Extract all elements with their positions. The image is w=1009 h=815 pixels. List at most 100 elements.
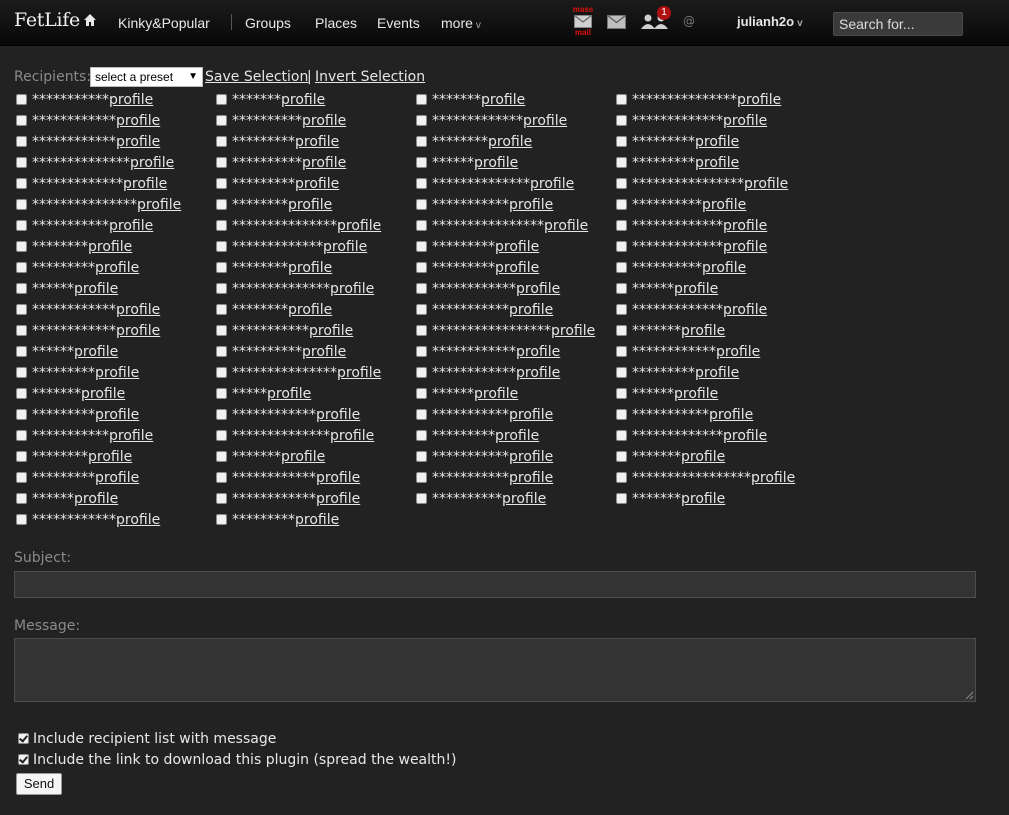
search-input[interactable] <box>833 12 963 36</box>
save-selection-link[interactable]: Save Selection <box>205 69 308 85</box>
mass-mail-button[interactable]: mass mail <box>571 6 595 40</box>
recipient-checkbox[interactable] <box>616 136 627 147</box>
recipient-checkbox[interactable] <box>416 367 427 378</box>
recipient-checkbox[interactable] <box>416 115 427 126</box>
recipient-checkbox[interactable] <box>416 493 427 504</box>
recipient-checkbox[interactable] <box>216 241 227 252</box>
profile-link[interactable]: profile <box>316 407 360 423</box>
include-link-checkbox[interactable] <box>18 754 29 765</box>
profile-link[interactable]: profile <box>509 449 553 465</box>
recipient-checkbox[interactable] <box>16 304 27 315</box>
profile-link[interactable]: profile <box>88 239 132 255</box>
profile-link[interactable]: profile <box>330 428 374 444</box>
profile-link[interactable]: profile <box>295 512 339 528</box>
profile-link[interactable]: profile <box>695 155 739 171</box>
home-icon[interactable] <box>83 13 97 27</box>
profile-link[interactable]: profile <box>681 323 725 339</box>
recipient-checkbox[interactable] <box>616 115 627 126</box>
profile-link[interactable]: profile <box>316 470 360 486</box>
option-include-list[interactable]: Include recipient list with message <box>18 731 276 747</box>
recipient-checkbox[interactable] <box>616 430 627 441</box>
profile-link[interactable]: profile <box>474 155 518 171</box>
recipient-checkbox[interactable] <box>216 367 227 378</box>
recipient-checkbox[interactable] <box>416 241 427 252</box>
recipient-checkbox[interactable] <box>216 262 227 273</box>
recipient-checkbox[interactable] <box>416 409 427 420</box>
profile-link[interactable]: profile <box>751 470 795 486</box>
recipient-checkbox[interactable] <box>216 94 227 105</box>
recipient-checkbox[interactable] <box>216 409 227 420</box>
nav-places[interactable]: Places <box>315 15 357 31</box>
profile-link[interactable]: profile <box>674 386 718 402</box>
profile-link[interactable]: profile <box>288 197 332 213</box>
profile-link[interactable]: profile <box>502 491 546 507</box>
profile-link[interactable]: profile <box>95 470 139 486</box>
recipient-checkbox[interactable] <box>416 136 427 147</box>
recipient-checkbox[interactable] <box>216 388 227 399</box>
at-mentions-icon[interactable]: @ <box>683 14 695 28</box>
preset-select[interactable]: select a preset ▼ <box>90 67 203 87</box>
recipient-checkbox[interactable] <box>216 136 227 147</box>
recipient-checkbox[interactable] <box>216 283 227 294</box>
profile-link[interactable]: profile <box>723 218 767 234</box>
recipient-checkbox[interactable] <box>616 325 627 336</box>
profile-link[interactable]: profile <box>723 302 767 318</box>
profile-link[interactable]: profile <box>281 92 325 108</box>
message-textarea[interactable] <box>14 638 976 702</box>
profile-link[interactable]: profile <box>523 113 567 129</box>
profile-link[interactable]: profile <box>74 491 118 507</box>
recipient-checkbox[interactable] <box>416 346 427 357</box>
recipient-checkbox[interactable] <box>16 283 27 294</box>
recipient-checkbox[interactable] <box>16 178 27 189</box>
profile-link[interactable]: profile <box>337 365 381 381</box>
recipient-checkbox[interactable] <box>16 472 27 483</box>
recipient-checkbox[interactable] <box>216 199 227 210</box>
profile-link[interactable]: profile <box>530 176 574 192</box>
profile-link[interactable]: profile <box>674 281 718 297</box>
profile-link[interactable]: profile <box>95 260 139 276</box>
recipient-checkbox[interactable] <box>616 199 627 210</box>
profile-link[interactable]: profile <box>109 428 153 444</box>
recipient-checkbox[interactable] <box>16 409 27 420</box>
profile-link[interactable]: profile <box>723 113 767 129</box>
profile-link[interactable]: profile <box>95 365 139 381</box>
recipient-checkbox[interactable] <box>216 451 227 462</box>
recipient-checkbox[interactable] <box>216 472 227 483</box>
profile-link[interactable]: profile <box>302 113 346 129</box>
profile-link[interactable]: profile <box>723 428 767 444</box>
profile-link[interactable]: profile <box>281 449 325 465</box>
profile-link[interactable]: profile <box>695 134 739 150</box>
profile-link[interactable]: profile <box>288 260 332 276</box>
nav-more[interactable]: more v <box>441 15 481 31</box>
recipient-checkbox[interactable] <box>616 472 627 483</box>
recipient-checkbox[interactable] <box>616 409 627 420</box>
invert-selection-link[interactable]: Invert Selection <box>315 69 425 85</box>
profile-link[interactable]: profile <box>681 491 725 507</box>
recipient-checkbox[interactable] <box>416 262 427 273</box>
profile-link[interactable]: profile <box>495 239 539 255</box>
recipient-checkbox[interactable] <box>616 94 627 105</box>
profile-link[interactable]: profile <box>495 260 539 276</box>
send-button[interactable]: Send <box>16 773 62 795</box>
recipient-checkbox[interactable] <box>416 283 427 294</box>
profile-link[interactable]: profile <box>88 449 132 465</box>
profile-link[interactable]: profile <box>109 218 153 234</box>
recipient-checkbox[interactable] <box>616 451 627 462</box>
nav-events[interactable]: Events <box>377 15 420 31</box>
recipient-checkbox[interactable] <box>216 346 227 357</box>
recipient-checkbox[interactable] <box>216 514 227 525</box>
profile-link[interactable]: profile <box>309 323 353 339</box>
fetlife-logo[interactable]: FetLife <box>14 9 80 31</box>
nav-kinky-popular[interactable]: Kinky&Popular <box>118 15 210 31</box>
recipient-checkbox[interactable] <box>416 94 427 105</box>
profile-link[interactable]: profile <box>681 449 725 465</box>
profile-link[interactable]: profile <box>544 218 588 234</box>
profile-link[interactable]: profile <box>295 134 339 150</box>
recipient-checkbox[interactable] <box>16 367 27 378</box>
profile-link[interactable]: profile <box>481 92 525 108</box>
profile-link[interactable]: profile <box>116 512 160 528</box>
recipient-checkbox[interactable] <box>16 325 27 336</box>
profile-link[interactable]: profile <box>509 302 553 318</box>
recipient-checkbox[interactable] <box>216 220 227 231</box>
recipient-checkbox[interactable] <box>216 304 227 315</box>
